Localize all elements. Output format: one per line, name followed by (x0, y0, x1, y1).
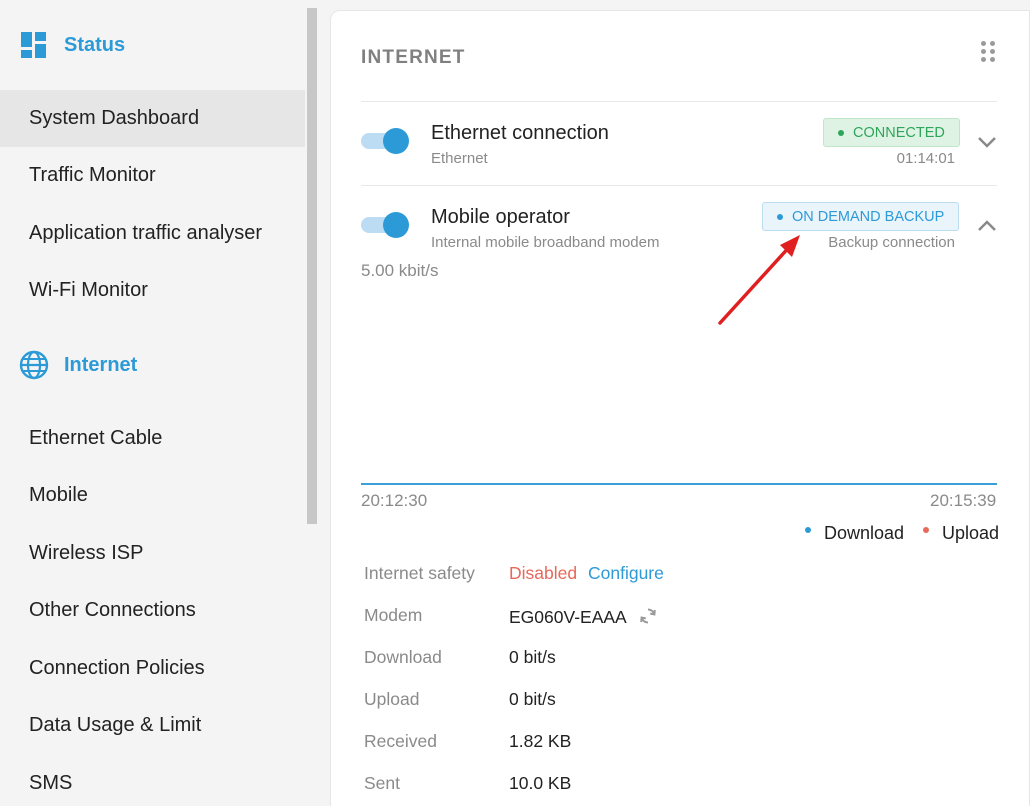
status-badge-label: ON DEMAND BACKUP (792, 208, 945, 225)
modem-label: Modem (364, 605, 423, 625)
mobile-toggle[interactable] (361, 212, 409, 238)
status-badge: CONNECTED (823, 118, 960, 147)
sidebar-item-sms[interactable]: SMS (0, 755, 305, 806)
sent-label: Sent (364, 773, 400, 793)
upload-value: 0 bit/s (509, 689, 556, 709)
sidebar-group-label: Internet (64, 353, 138, 376)
sidebar-item-wireless-isp[interactable]: Wireless ISP (0, 525, 305, 582)
received-value: 1.82 KB (509, 731, 572, 751)
ethernet-toggle[interactable] (361, 128, 409, 154)
sidebar-item-application-traffic-analyser[interactable]: Application traffic analyser (0, 205, 305, 262)
sidebar-scrollbar[interactable] (307, 8, 317, 524)
sidebar-item-other-connections[interactable]: Other Connections (0, 582, 305, 639)
internet-safety-status: Disabled (509, 563, 578, 583)
internet-safety-value: Disabled Configure (509, 563, 664, 584)
chart-time-end: 20:15:39 (930, 491, 997, 510)
sidebar-group-status[interactable]: Status (0, 20, 305, 70)
sidebar-item-traffic-monitor[interactable]: Traffic Monitor (0, 147, 305, 204)
card-title: INTERNET (361, 47, 466, 68)
configure-link[interactable]: Configure (588, 563, 664, 583)
connection-name: Mobile operator (431, 206, 570, 228)
chevron-up-icon[interactable] (976, 219, 998, 233)
dashboard-icon (21, 32, 46, 58)
sidebar: Status System Dashboard Traffic Monitor … (0, 0, 305, 806)
connection-type: Ethernet (431, 150, 488, 167)
sidebar-item-mobile[interactable]: Mobile (0, 467, 305, 524)
drag-handle-icon[interactable] (981, 41, 997, 63)
chart-scale-label: 5.00 kbit/s (361, 261, 439, 280)
status-badge-label: CONNECTED (853, 124, 945, 141)
refresh-icon[interactable] (639, 607, 657, 625)
sidebar-item-data-usage-limit[interactable]: Data Usage & Limit (0, 697, 305, 754)
legend-upload: Upload (923, 523, 999, 544)
divider (361, 185, 997, 186)
chart-time-start: 20:12:30 (361, 491, 428, 510)
chart-baseline (361, 483, 997, 485)
connection-name: Ethernet connection (431, 122, 609, 144)
divider (361, 101, 997, 102)
chevron-down-icon[interactable] (976, 135, 998, 149)
download-value: 0 bit/s (509, 647, 556, 667)
sidebar-item-connection-policies[interactable]: Connection Policies (0, 640, 305, 697)
received-label: Received (364, 731, 437, 751)
connection-uptime: 01:14:01 (896, 150, 955, 167)
sidebar-item-system-dashboard[interactable]: System Dashboard (0, 90, 305, 147)
globe-icon (19, 350, 49, 380)
sidebar-item-ethernet-cable[interactable]: Ethernet Cable (0, 410, 305, 467)
connection-role: Backup connection (828, 234, 955, 251)
status-badge: ON DEMAND BACKUP (762, 202, 960, 231)
internet-card: INTERNET Ethernet connection Ethernet CO… (330, 10, 1030, 806)
connection-type: Internal mobile broadband modem (431, 234, 660, 251)
sidebar-group-label: Status (64, 33, 126, 56)
upload-label: Upload (364, 689, 420, 709)
sidebar-item-wifi-monitor[interactable]: Wi-Fi Monitor (0, 262, 305, 319)
download-label: Download (364, 647, 442, 667)
legend-download: Download (805, 523, 904, 544)
modem-value: EG060V-EAAA (509, 605, 657, 628)
sent-value: 10.0 KB (509, 773, 572, 793)
annotation-arrow (718, 235, 800, 325)
sidebar-group-internet[interactable]: Internet (0, 340, 305, 390)
internet-safety-label: Internet safety (364, 563, 475, 583)
